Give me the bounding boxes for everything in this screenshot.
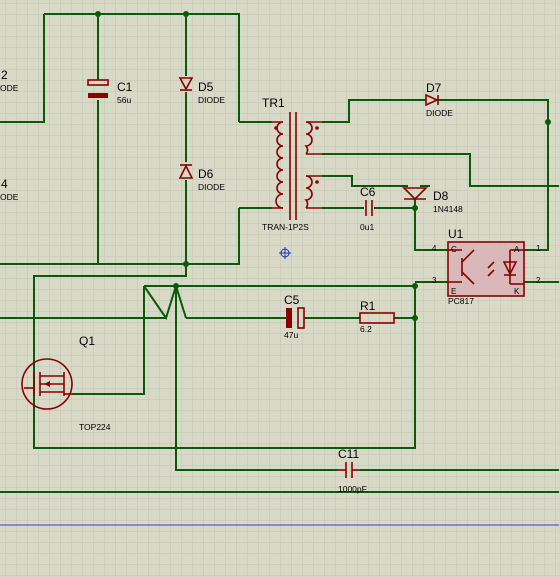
c6-ref: C6 xyxy=(360,185,376,199)
r1-value: 6.2 xyxy=(360,324,372,334)
c11-value: 1000pF xyxy=(338,484,367,494)
d6-value: DIODE xyxy=(198,182,225,192)
u1-pin-2: 2 xyxy=(536,276,541,285)
u1-value: PC817 xyxy=(448,296,474,306)
u1-pin-3: 3 xyxy=(432,276,437,285)
u1-ref: U1 xyxy=(448,227,464,241)
q1-value: TOP224 xyxy=(79,422,111,432)
u1-pin-e: E xyxy=(451,287,456,296)
u1-pin-c: C xyxy=(451,245,457,254)
q1-ref: Q1 xyxy=(79,334,95,348)
d5-ref: D5 xyxy=(198,80,214,94)
c11-ref: C11 xyxy=(338,447,359,461)
d7-ref: D7 xyxy=(426,81,442,95)
d8-ref: D8 xyxy=(433,189,449,203)
schematic-canvas[interactable]: 2 ODE 4 ODE C1 56u D5 DIODE D6 DIODE TR1… xyxy=(0,0,559,577)
c1-value: 56u xyxy=(117,95,131,105)
tr1-ref: TR1 xyxy=(262,96,285,110)
r1-ref: R1 xyxy=(360,299,376,313)
tr1-value: TRAN-1P2S xyxy=(262,222,309,232)
c5-value: 47u xyxy=(284,330,298,340)
partial-ref-top: 2 xyxy=(1,68,8,82)
partial-ref-mid: 4 xyxy=(1,177,8,191)
d8-value: 1N4148 xyxy=(433,204,463,214)
c1-ref: C1 xyxy=(117,80,133,94)
d5-value: DIODE xyxy=(198,95,225,105)
u1-pin-k: K xyxy=(514,287,520,296)
c6-value: 0u1 xyxy=(360,222,374,232)
u1-pin-a: A xyxy=(514,245,520,254)
partial-value-mid: ODE xyxy=(0,192,19,202)
d6-ref: D6 xyxy=(198,167,214,181)
u1-pin-4: 4 xyxy=(432,244,437,253)
partial-value-top: ODE xyxy=(0,83,19,93)
u1-pin-1: 1 xyxy=(536,244,541,253)
c5-ref: C5 xyxy=(284,293,300,307)
d7-value: DIODE xyxy=(426,108,453,118)
